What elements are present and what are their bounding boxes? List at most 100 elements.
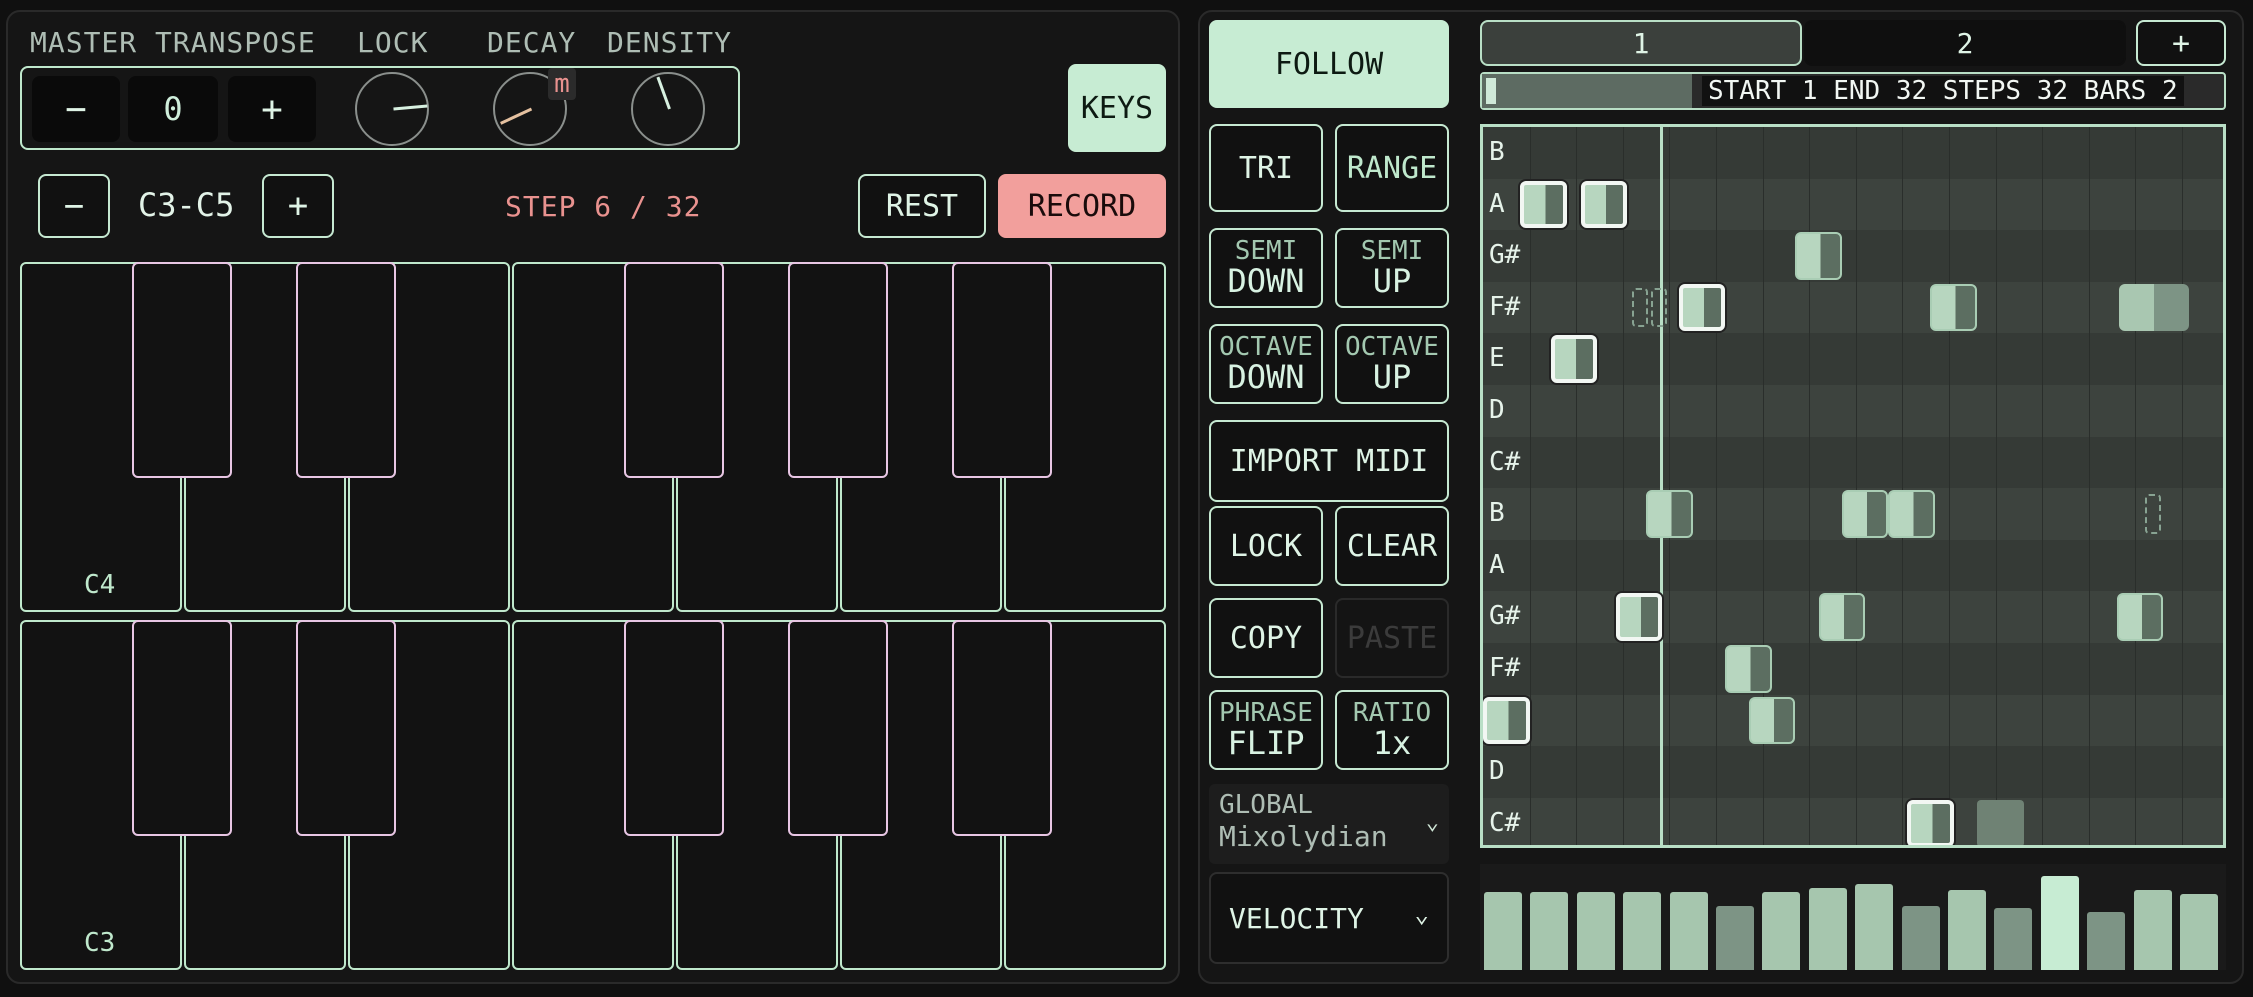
ratio-button[interactable]: RATIO 1x bbox=[1335, 690, 1449, 770]
range-mode-button[interactable]: RANGE bbox=[1335, 124, 1449, 212]
grid-row[interactable] bbox=[1483, 694, 2223, 747]
velocity-bar[interactable] bbox=[1855, 884, 1894, 970]
note-block[interactable] bbox=[1841, 490, 1889, 538]
pattern-tab-1[interactable]: 1 bbox=[1480, 20, 1802, 66]
tri-button[interactable]: TRI bbox=[1209, 124, 1323, 212]
scale-select[interactable]: GLOBAL Mixolydian ⌄ bbox=[1209, 784, 1449, 864]
semi-down-button[interactable]: SEMI DOWN bbox=[1209, 228, 1323, 308]
row-note-label: A bbox=[1489, 549, 1505, 580]
transpose-plus-button[interactable]: + bbox=[228, 76, 316, 142]
follow-button[interactable]: FOLLOW bbox=[1209, 20, 1449, 108]
grid-row[interactable] bbox=[1483, 127, 2223, 179]
velocity-bar[interactable] bbox=[1484, 892, 1522, 970]
grid-row[interactable] bbox=[1483, 436, 2223, 489]
note-block[interactable] bbox=[1907, 799, 1954, 845]
lock-knob-label: LOCK bbox=[357, 26, 429, 59]
octave-down-button[interactable]: OCTAVE DOWN bbox=[1209, 324, 1323, 404]
grid-row[interactable] bbox=[1483, 746, 2223, 798]
velocity-bar[interactable] bbox=[2087, 912, 2126, 970]
note-block[interactable] bbox=[1483, 696, 1530, 745]
note-block[interactable] bbox=[1795, 232, 1842, 280]
velocity-lane[interactable] bbox=[1480, 864, 2226, 970]
black-key[interactable] bbox=[624, 262, 724, 478]
velocity-select[interactable]: VELOCITY ⌄ bbox=[1209, 872, 1449, 964]
velocity-bar[interactable] bbox=[1808, 888, 1847, 970]
paste-button[interactable]: PASTE bbox=[1335, 598, 1449, 678]
note-block[interactable] bbox=[1646, 490, 1693, 538]
black-key[interactable] bbox=[624, 620, 724, 836]
velocity-bar[interactable] bbox=[2040, 876, 2079, 970]
clear-button[interactable]: CLEAR bbox=[1335, 506, 1449, 586]
grid-row[interactable] bbox=[1483, 385, 2223, 437]
note-block[interactable] bbox=[1818, 593, 1866, 641]
note-block[interactable] bbox=[2118, 283, 2189, 332]
keys-button[interactable]: KEYS bbox=[1068, 64, 1166, 152]
grid-row[interactable] bbox=[1483, 281, 2223, 334]
row-note-label: B bbox=[1489, 498, 1505, 529]
note-block[interactable] bbox=[2116, 593, 2164, 641]
range-value: C3-C5 bbox=[138, 186, 235, 224]
rest-button[interactable]: REST bbox=[858, 174, 986, 238]
range-minus-button[interactable]: − bbox=[38, 174, 110, 238]
velocity-bar[interactable] bbox=[1994, 908, 2033, 970]
record-button[interactable]: RECORD bbox=[998, 174, 1166, 238]
note-block[interactable] bbox=[1976, 799, 2024, 845]
copy-button[interactable]: COPY bbox=[1209, 598, 1323, 678]
black-key[interactable] bbox=[132, 262, 232, 478]
row-note-label: D bbox=[1489, 756, 1505, 787]
ghost-note bbox=[2144, 494, 2161, 534]
velocity-bar[interactable] bbox=[1901, 906, 1940, 970]
note-block[interactable] bbox=[1550, 335, 1598, 383]
note-block[interactable] bbox=[1580, 180, 1628, 229]
note-block[interactable] bbox=[1678, 283, 1726, 332]
lock-button[interactable]: LOCK bbox=[1209, 506, 1323, 586]
row-note-label: G# bbox=[1489, 240, 1521, 271]
note-block[interactable] bbox=[1888, 490, 1935, 538]
chevron-down-icon: ⌄ bbox=[1425, 810, 1439, 835]
row-note-label: F# bbox=[1489, 291, 1521, 322]
grid-row[interactable] bbox=[1483, 539, 2223, 592]
velocity-bar[interactable] bbox=[1623, 892, 1662, 970]
grid-row[interactable] bbox=[1483, 230, 2223, 282]
grid-column-line bbox=[1576, 127, 1578, 845]
add-pattern-button[interactable]: + bbox=[2136, 20, 2226, 66]
density-knob[interactable] bbox=[631, 72, 705, 146]
transpose-minus-button[interactable]: − bbox=[32, 76, 120, 142]
grid-column-line bbox=[2088, 127, 2090, 845]
velocity-bar[interactable] bbox=[2133, 890, 2172, 970]
octave-up-button[interactable]: OCTAVE UP bbox=[1335, 324, 1449, 404]
note-block[interactable] bbox=[1615, 593, 1663, 641]
semi-up-button[interactable]: SEMI UP bbox=[1335, 228, 1449, 308]
ghost-note bbox=[1650, 287, 1667, 328]
black-key[interactable] bbox=[132, 620, 232, 836]
note-block[interactable] bbox=[1520, 180, 1567, 229]
velocity-bar[interactable] bbox=[1948, 890, 1986, 970]
black-key[interactable] bbox=[788, 620, 888, 836]
lock-knob[interactable] bbox=[355, 72, 429, 146]
range-plus-button[interactable]: + bbox=[262, 174, 334, 238]
black-key[interactable] bbox=[296, 262, 396, 478]
velocity-bar[interactable] bbox=[1716, 906, 1754, 970]
note-block[interactable] bbox=[1725, 645, 1772, 693]
grid-row[interactable] bbox=[1483, 797, 2223, 845]
grid-column-line bbox=[1949, 127, 1950, 845]
black-key[interactable] bbox=[952, 262, 1052, 478]
note-block[interactable] bbox=[1930, 283, 1977, 332]
piano-roll[interactable]: BAG#F#EDC#BAG#F#EDC# bbox=[1480, 124, 2226, 848]
velocity-bar[interactable] bbox=[2180, 894, 2218, 970]
velocity-bar[interactable] bbox=[1530, 892, 1569, 970]
import-midi-button[interactable]: IMPORT MIDI bbox=[1209, 420, 1449, 502]
velocity-bar[interactable] bbox=[1762, 892, 1801, 970]
grid-column-line bbox=[1902, 127, 1904, 845]
note-block[interactable] bbox=[1748, 696, 1796, 745]
black-key[interactable] bbox=[296, 620, 396, 836]
black-key[interactable] bbox=[952, 620, 1052, 836]
phrase-flip-button[interactable]: PHRASE FLIP bbox=[1209, 690, 1323, 770]
black-key[interactable] bbox=[788, 262, 888, 478]
velocity-bar[interactable] bbox=[1576, 892, 1615, 970]
grid-row[interactable] bbox=[1483, 643, 2223, 695]
pattern-tab-2[interactable]: 2 bbox=[1804, 20, 2126, 66]
loop-range-bar[interactable]: START 1 END 32 STEPS 32 BARS 2 bbox=[1480, 72, 2226, 110]
velocity-bar[interactable] bbox=[1669, 892, 1708, 970]
row-note-label: C# bbox=[1489, 807, 1521, 838]
